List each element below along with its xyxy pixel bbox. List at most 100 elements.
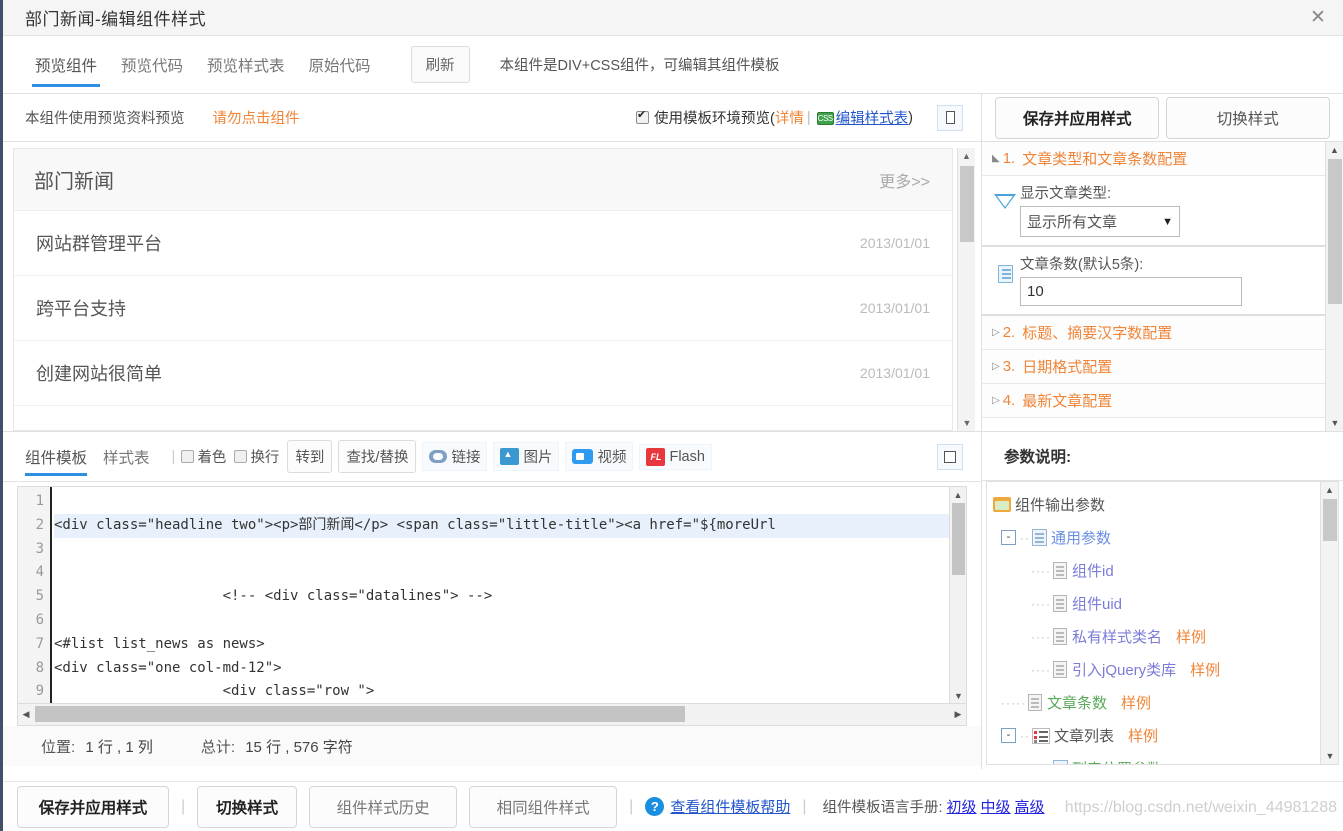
tab-component-template[interactable]: 组件模板 [25, 432, 88, 481]
code-line[interactable]: <div class="headline two"><p>部门新闻</p> <s… [54, 513, 966, 538]
article-type-select[interactable]: 显示所有文章 ▼ [1020, 206, 1180, 237]
tree-node-article-count[interactable]: ····· 文章条数 样例 [991, 686, 1320, 719]
code-line[interactable]: <div class="one col-md-12"> [54, 660, 282, 676]
total-group: 总计: 15 行 , 576 字符 [201, 736, 359, 757]
news-title[interactable]: 创建网站很简单 [36, 360, 162, 386]
collapse-icon[interactable]: - [1001, 728, 1016, 743]
style-history-button[interactable]: 组件样式历史 [309, 785, 458, 828]
scroll-down-icon[interactable]: ▼ [1321, 748, 1338, 764]
save-apply-style-button-bottom[interactable]: 保存并应用样式 [17, 785, 169, 828]
tree-node-article-list[interactable]: - ·· 文章列表 样例 [991, 719, 1320, 752]
code-vertical-scrollbar[interactable]: ▲ ▼ [949, 487, 966, 703]
tab-stylesheet[interactable]: 样式表 [103, 432, 150, 481]
code-text[interactable]: <div class="headline two"><p>部门新闻</p> <s… [52, 487, 966, 703]
find-replace-button[interactable]: 查找/替换 [338, 440, 417, 473]
collapse-icon[interactable]: - [1001, 530, 1016, 545]
scroll-thumb[interactable] [960, 166, 974, 242]
tree-node-component-id[interactable]: ···· 组件id [991, 554, 1320, 587]
scroll-up-icon[interactable]: ▲ [958, 148, 975, 164]
preview-data-note: 本组件使用预览资料预览 [25, 111, 185, 127]
template-env-preview-checkbox[interactable] [636, 108, 650, 124]
tree-node-sample-link[interactable]: 样例 [1121, 692, 1151, 713]
insert-video-button[interactable]: 视频 [565, 442, 634, 471]
scroll-up-icon[interactable]: ▲ [1321, 482, 1338, 498]
same-component-style-button[interactable]: 相同组件样式 [469, 785, 618, 828]
question-icon[interactable]: ? [645, 797, 665, 816]
code-line[interactable]: <#list list_news as news> [54, 636, 265, 652]
config-vertical-scrollbar[interactable]: ▲ ▼ [1325, 142, 1343, 431]
edit-stylesheet-link[interactable]: 编辑样式表 [836, 107, 909, 128]
tree-node-sample-link[interactable]: 样例 [1176, 626, 1206, 647]
doc-icon [1052, 661, 1067, 678]
parameter-tree: 组件输出参数 - ·· 通用参数 ···· 组件id ···· 组件uid ··… [987, 482, 1320, 764]
tree-node-common-params[interactable]: - ·· 通用参数 [991, 521, 1320, 554]
scroll-down-icon[interactable]: ▼ [950, 688, 966, 703]
maximize-editor-icon[interactable] [937, 443, 963, 470]
code-horizontal-scrollbar[interactable]: ◀ ▶ [17, 704, 967, 726]
news-list-item[interactable]: 跨平台支持 2013/01/01 [14, 276, 952, 341]
scroll-thumb[interactable] [952, 503, 965, 575]
manual-level-intermediate-link[interactable]: 中级 [981, 796, 1011, 817]
article-count-input[interactable] [1020, 277, 1242, 306]
code-editor[interactable]: 1 2 3 4 5 6 7 8 9 <div class="headline t… [17, 486, 967, 704]
scroll-down-icon[interactable]: ▼ [1326, 415, 1343, 431]
left-column: 部门新闻 更多>> 网站群管理平台 2013/01/01 跨平台支持 2013/… [3, 142, 982, 769]
config-pane: ◣ 1. 文章类型和文章条数配置 显示文章类型: 显示所有文章 ▼ 文章条数(默… [982, 142, 1343, 432]
tab-preview-stylesheet[interactable]: 预览样式表 [195, 36, 297, 93]
code-line[interactable]: <div class="row "> [54, 683, 375, 699]
tree-vertical-scrollbar[interactable]: ▲ ▼ [1320, 482, 1338, 764]
scroll-thumb-horizontal[interactable] [35, 706, 685, 722]
news-list-item[interactable]: 网站群管理平台 2013/01/01 [14, 211, 952, 276]
scroll-up-icon[interactable]: ▲ [1326, 142, 1343, 158]
tab-preview-code[interactable]: 预览代码 [109, 36, 195, 93]
goto-button[interactable]: 转到 [287, 440, 333, 473]
main-content: 部门新闻 更多>> 网站群管理平台 2013/01/01 跨平台支持 2013/… [3, 142, 1343, 769]
scroll-right-icon[interactable]: ▶ [950, 704, 966, 724]
tree-node-output-params[interactable]: 组件输出参数 [991, 488, 1320, 521]
wordwrap-label[interactable]: 换行 [250, 446, 279, 467]
news-title[interactable]: 网站群管理平台 [36, 230, 162, 256]
config-section-1-header[interactable]: ◣ 1. 文章类型和文章条数配置 [982, 142, 1325, 176]
template-help-link[interactable]: 查看组件模板帮助 [670, 796, 790, 817]
save-apply-style-button-top[interactable]: 保存并应用样式 [995, 96, 1160, 139]
config-section-2-header[interactable]: ▷ 2. 标题、摘要汉字数配置 [982, 316, 1325, 350]
tab-source-code[interactable]: 原始代码 [297, 36, 383, 93]
tree-node-private-class[interactable]: ···· 私有样式类名 样例 [991, 620, 1320, 653]
insert-image-button[interactable]: 图片 [493, 442, 560, 471]
editor-statusbar: 位置: 1 行 , 1 列 总计: 15 行 , 576 字符 [3, 726, 981, 766]
switch-style-button-top[interactable]: 切换样式 [1165, 96, 1330, 139]
tree-node-list-position-params[interactable]: ···· 列表位置参数 [991, 752, 1320, 764]
insert-link-button[interactable]: 链接 [422, 442, 488, 471]
colorize-label[interactable]: 着色 [197, 446, 226, 467]
scroll-left-icon[interactable]: ◀ [18, 704, 34, 724]
tree-node-component-uid[interactable]: ···· 组件uid [991, 587, 1320, 620]
news-title[interactable]: 跨平台支持 [36, 295, 126, 321]
tree-node-label: 组件uid [1071, 596, 1123, 613]
tree-node-jquery-lib[interactable]: ···· 引入jQuery类库 样例 [991, 653, 1320, 686]
colorize-checkbox[interactable] [181, 450, 195, 463]
code-line[interactable]: <!-- <div class="datalines"> --> [54, 588, 493, 604]
switch-style-button-bottom[interactable]: 切换样式 [197, 785, 298, 828]
tree-node-sample-link[interactable]: 样例 [1190, 659, 1220, 680]
close-icon[interactable]: ✕ [1307, 7, 1329, 29]
news-list-item[interactable]: 创建网站很简单 2013/01/01 [14, 341, 952, 406]
scroll-down-icon[interactable]: ▼ [958, 415, 976, 431]
widget-more-link[interactable]: 更多>> [879, 168, 930, 192]
config-section-3-header[interactable]: ▷ 3. 日期格式配置 [982, 350, 1325, 384]
config-section-2-label: 标题、摘要汉字数配置 [1022, 325, 1173, 342]
detail-link[interactable]: 详情 [775, 107, 804, 128]
refresh-button[interactable]: 刷新 [410, 46, 470, 83]
tab-preview-component[interactable]: 预览组件 [23, 36, 109, 93]
css-icon: CSS [816, 112, 834, 125]
insert-flash-button[interactable]: FL Flash [639, 443, 712, 470]
scroll-thumb[interactable] [1328, 159, 1342, 304]
config-section-4-header[interactable]: ▷ 4. 最新文章配置 [982, 384, 1325, 418]
manual-level-basic-link[interactable]: 初级 [947, 796, 977, 817]
preview-vertical-scrollbar[interactable]: ▲ ▼ [957, 148, 975, 431]
manual-level-advanced-link[interactable]: 高级 [1015, 796, 1045, 817]
wordwrap-checkbox[interactable] [234, 450, 248, 463]
scroll-up-icon[interactable]: ▲ [950, 487, 966, 502]
maximize-preview-icon[interactable] [937, 104, 963, 131]
scroll-thumb[interactable] [1323, 499, 1337, 541]
tree-node-sample-link[interactable]: 样例 [1128, 725, 1158, 746]
